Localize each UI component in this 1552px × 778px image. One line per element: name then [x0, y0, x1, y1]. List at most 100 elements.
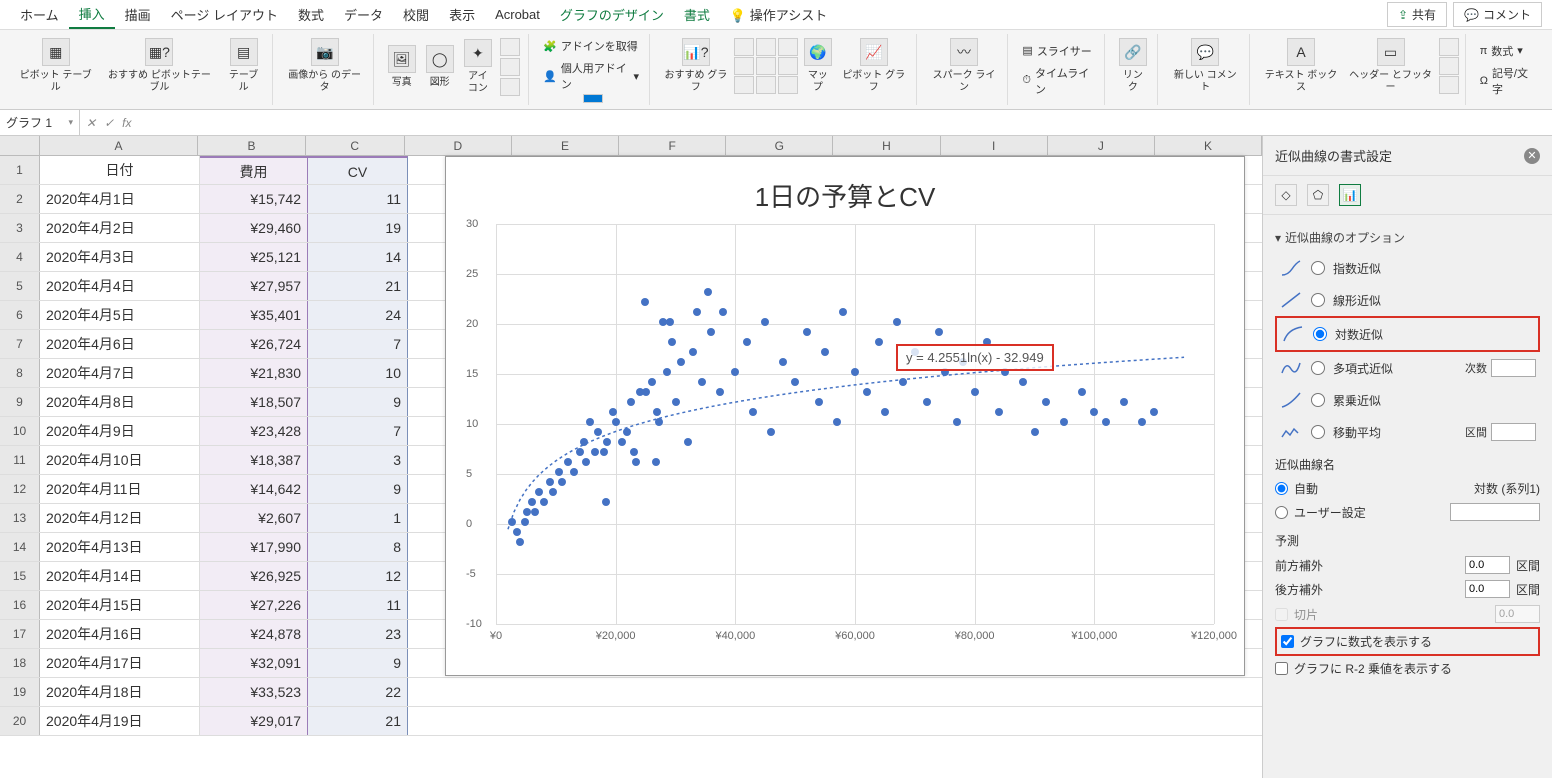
trend-option-linear[interactable]: 線形近似 [1275, 284, 1540, 316]
cell[interactable]: ¥33,523 [200, 678, 308, 706]
cell[interactable]: 2020年4月2日 [40, 214, 200, 242]
cell[interactable]: 3 [308, 446, 408, 474]
cell[interactable]: 2020年4月15日 [40, 591, 200, 619]
recommended-pivot-button[interactable]: ▦?おすすめ ピボットテーブル [99, 36, 219, 96]
row-header[interactable]: 10 [0, 417, 40, 445]
row-header[interactable]: 14 [0, 533, 40, 561]
object-button[interactable] [1439, 76, 1459, 94]
pictures-button[interactable]: 🖼写真 [384, 43, 420, 91]
cell[interactable]: 22 [308, 678, 408, 706]
tab-insert[interactable]: 挿入 [69, 0, 115, 29]
row-header[interactable]: 6 [0, 301, 40, 329]
cell[interactable]: 2020年4月7日 [40, 359, 200, 387]
trend-radio-polynomial[interactable] [1311, 361, 1325, 375]
cell[interactable]: ¥35,401 [200, 301, 308, 329]
row-header[interactable]: 13 [0, 504, 40, 532]
tab-review[interactable]: 校閲 [393, 1, 439, 28]
my-addins-button[interactable]: 👤 個人用アドイン ▾ [539, 58, 643, 94]
pane-tab-fill-icon[interactable]: ◇ [1275, 184, 1297, 206]
row-header[interactable]: 5 [0, 272, 40, 300]
row-header[interactable]: 19 [0, 678, 40, 706]
cell[interactable]: 2020年4月5日 [40, 301, 200, 329]
cell[interactable]: ¥14,642 [200, 475, 308, 503]
pie-chart-icon[interactable] [734, 76, 754, 94]
textbox-button[interactable]: Aテキスト ボックス [1260, 36, 1343, 96]
name-auto-radio[interactable] [1275, 482, 1288, 495]
col-header-G[interactable]: G [726, 136, 833, 155]
equation-button[interactable]: π 数式 ▾ [1476, 41, 1538, 61]
trendline-equation-label[interactable]: y = 4.2551ln(x) - 32.949 [896, 344, 1054, 371]
close-pane-button[interactable]: ✕ [1524, 148, 1540, 164]
mavg-period-input[interactable] [1491, 423, 1536, 441]
show-equation-checkbox[interactable] [1281, 635, 1294, 648]
cell[interactable]: 9 [308, 649, 408, 677]
cell[interactable]: 14 [308, 243, 408, 271]
tell-me[interactable]: 💡 操作アシスト [720, 1, 837, 28]
cell[interactable]: 費用 [200, 156, 308, 184]
name-custom-input[interactable] [1450, 503, 1540, 521]
enter-formula-icon[interactable]: ✓ [104, 116, 114, 130]
fx-icon[interactable]: fx [122, 116, 131, 130]
name-custom-radio[interactable] [1275, 506, 1288, 519]
row-header[interactable]: 12 [0, 475, 40, 503]
cell[interactable]: 2020年4月12日 [40, 504, 200, 532]
cell[interactable]: 2020年4月11日 [40, 475, 200, 503]
cell[interactable]: 21 [308, 707, 408, 735]
column-chart-icon[interactable] [734, 38, 754, 56]
maps-button[interactable]: 🌍マップ [800, 36, 836, 96]
cell[interactable]: 2020年4月8日 [40, 388, 200, 416]
icons-button[interactable]: ✦アイコン [460, 37, 496, 97]
cell[interactable]: 19 [308, 214, 408, 242]
col-header-F[interactable]: F [619, 136, 726, 155]
col-header-C[interactable]: C [306, 136, 405, 155]
cell[interactable]: 2020年4月13日 [40, 533, 200, 561]
cancel-formula-icon[interactable]: ✕ [86, 116, 96, 130]
cell[interactable]: 2020年4月19日 [40, 707, 200, 735]
trend-radio-power[interactable] [1311, 393, 1325, 407]
cell[interactable]: ¥26,925 [200, 562, 308, 590]
shapes-button[interactable]: ◯図形 [422, 43, 458, 91]
tab-home[interactable]: ホーム [10, 1, 69, 28]
cell[interactable]: 2020年4月9日 [40, 417, 200, 445]
tab-chart-design[interactable]: グラフのデザイン [550, 1, 674, 28]
table-button[interactable]: ▤テーブル [221, 36, 265, 96]
pivot-chart-button[interactable]: 📈ピボット グラフ [838, 36, 910, 96]
row-header[interactable]: 1 [0, 156, 40, 184]
cell[interactable]: ¥26,724 [200, 330, 308, 358]
forecast-forward-input[interactable] [1465, 556, 1510, 574]
cell[interactable]: 日付 [40, 156, 200, 184]
cell[interactable]: 24 [308, 301, 408, 329]
cell[interactable]: 2020年4月4日 [40, 272, 200, 300]
cell[interactable]: 7 [308, 417, 408, 445]
cell[interactable]: ¥29,460 [200, 214, 308, 242]
col-header-A[interactable]: A [40, 136, 199, 155]
bing-maps-addin[interactable] [583, 94, 603, 103]
name-box[interactable]: グラフ 1▾ [0, 110, 80, 135]
show-r2-checkbox[interactable] [1275, 662, 1288, 675]
row-header[interactable]: 18 [0, 649, 40, 677]
cell[interactable]: ¥21,830 [200, 359, 308, 387]
cell[interactable]: 10 [308, 359, 408, 387]
embedded-chart[interactable]: 1日の予算とCV -10-5051015202530¥0¥20,000¥40,0… [445, 156, 1245, 676]
poly-degree-input[interactable] [1491, 359, 1536, 377]
row-header[interactable]: 2 [0, 185, 40, 213]
trendline-options-header[interactable]: ▾ 近似曲線のオプション [1275, 223, 1540, 252]
recommended-charts-button[interactable]: 📊?おすすめ グラフ [660, 36, 732, 96]
cell[interactable]: ¥25,121 [200, 243, 308, 271]
combo-chart-icon[interactable] [778, 76, 798, 94]
area-chart-icon[interactable] [734, 57, 754, 75]
col-header-D[interactable]: D [405, 136, 512, 155]
row-header[interactable]: 17 [0, 620, 40, 648]
trend-option-polynomial[interactable]: 多項式近似 次数 [1275, 352, 1540, 384]
row-header[interactable]: 4 [0, 243, 40, 271]
worksheet[interactable]: A B C D E F G H I J K 1 日付 費用 CV2 2020年4… [0, 136, 1262, 778]
cell[interactable]: ¥18,387 [200, 446, 308, 474]
cell[interactable]: CV [308, 156, 408, 184]
col-header-B[interactable]: B [198, 136, 305, 155]
cell[interactable]: 2020年4月14日 [40, 562, 200, 590]
trend-option-exponential[interactable]: 指数近似 [1275, 252, 1540, 284]
cell[interactable]: 12 [308, 562, 408, 590]
forecast-backward-input[interactable] [1465, 580, 1510, 598]
smartart-button[interactable] [500, 58, 520, 76]
cell[interactable]: ¥27,957 [200, 272, 308, 300]
